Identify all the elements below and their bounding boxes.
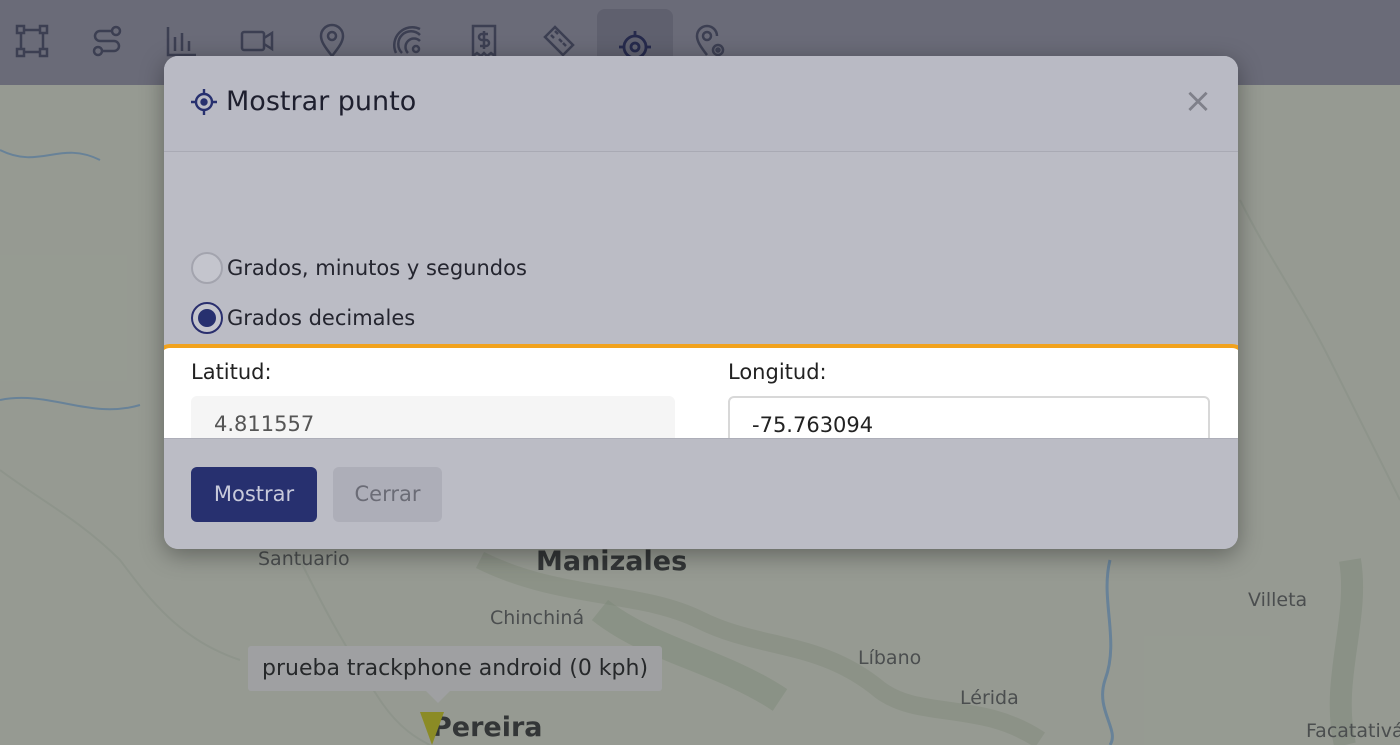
close-icon[interactable]: × <box>1182 82 1214 120</box>
pin-settings-icon <box>695 24 725 57</box>
radio-decimal-circle[interactable] <box>191 302 223 334</box>
video-camera-icon <box>240 30 274 52</box>
receipt-dollar-icon <box>471 24 497 59</box>
radio-dms-label: Grados, minutos y segundos <box>227 256 527 280</box>
dialog-footer: Mostrar Cerrar <box>164 438 1238 549</box>
satellite-dish-icon <box>393 26 421 54</box>
bar-chart-icon <box>166 27 196 57</box>
polygon-select-tool-button[interactable] <box>7 14 57 68</box>
longitude-label: Longitud: <box>728 360 827 384</box>
show-point-dialog: Mostrar punto × Grados, minutos y segund… <box>164 56 1238 549</box>
dialog-header: Mostrar punto × <box>164 56 1238 152</box>
crosshair-icon <box>191 89 217 115</box>
radio-dms[interactable]: Grados, minutos y segundos <box>191 252 527 284</box>
latitude-label: Latitud: <box>191 360 272 384</box>
radio-dms-circle[interactable] <box>191 252 223 284</box>
polygon-select-icon <box>15 24 49 58</box>
dialog-body: Grados, minutos y segundos Grados decima… <box>164 152 1238 474</box>
close-button[interactable]: Cerrar <box>333 467 442 522</box>
ruler-icon <box>543 25 575 57</box>
radio-decimal-label: Grados decimales <box>227 306 416 330</box>
route-icon <box>92 25 122 57</box>
route-tool-button[interactable] <box>82 14 132 68</box>
radio-decimal[interactable]: Grados decimales <box>191 302 415 334</box>
dialog-title: Mostrar punto <box>226 86 417 117</box>
map-pin-icon <box>319 23 345 59</box>
show-button[interactable]: Mostrar <box>191 467 317 522</box>
